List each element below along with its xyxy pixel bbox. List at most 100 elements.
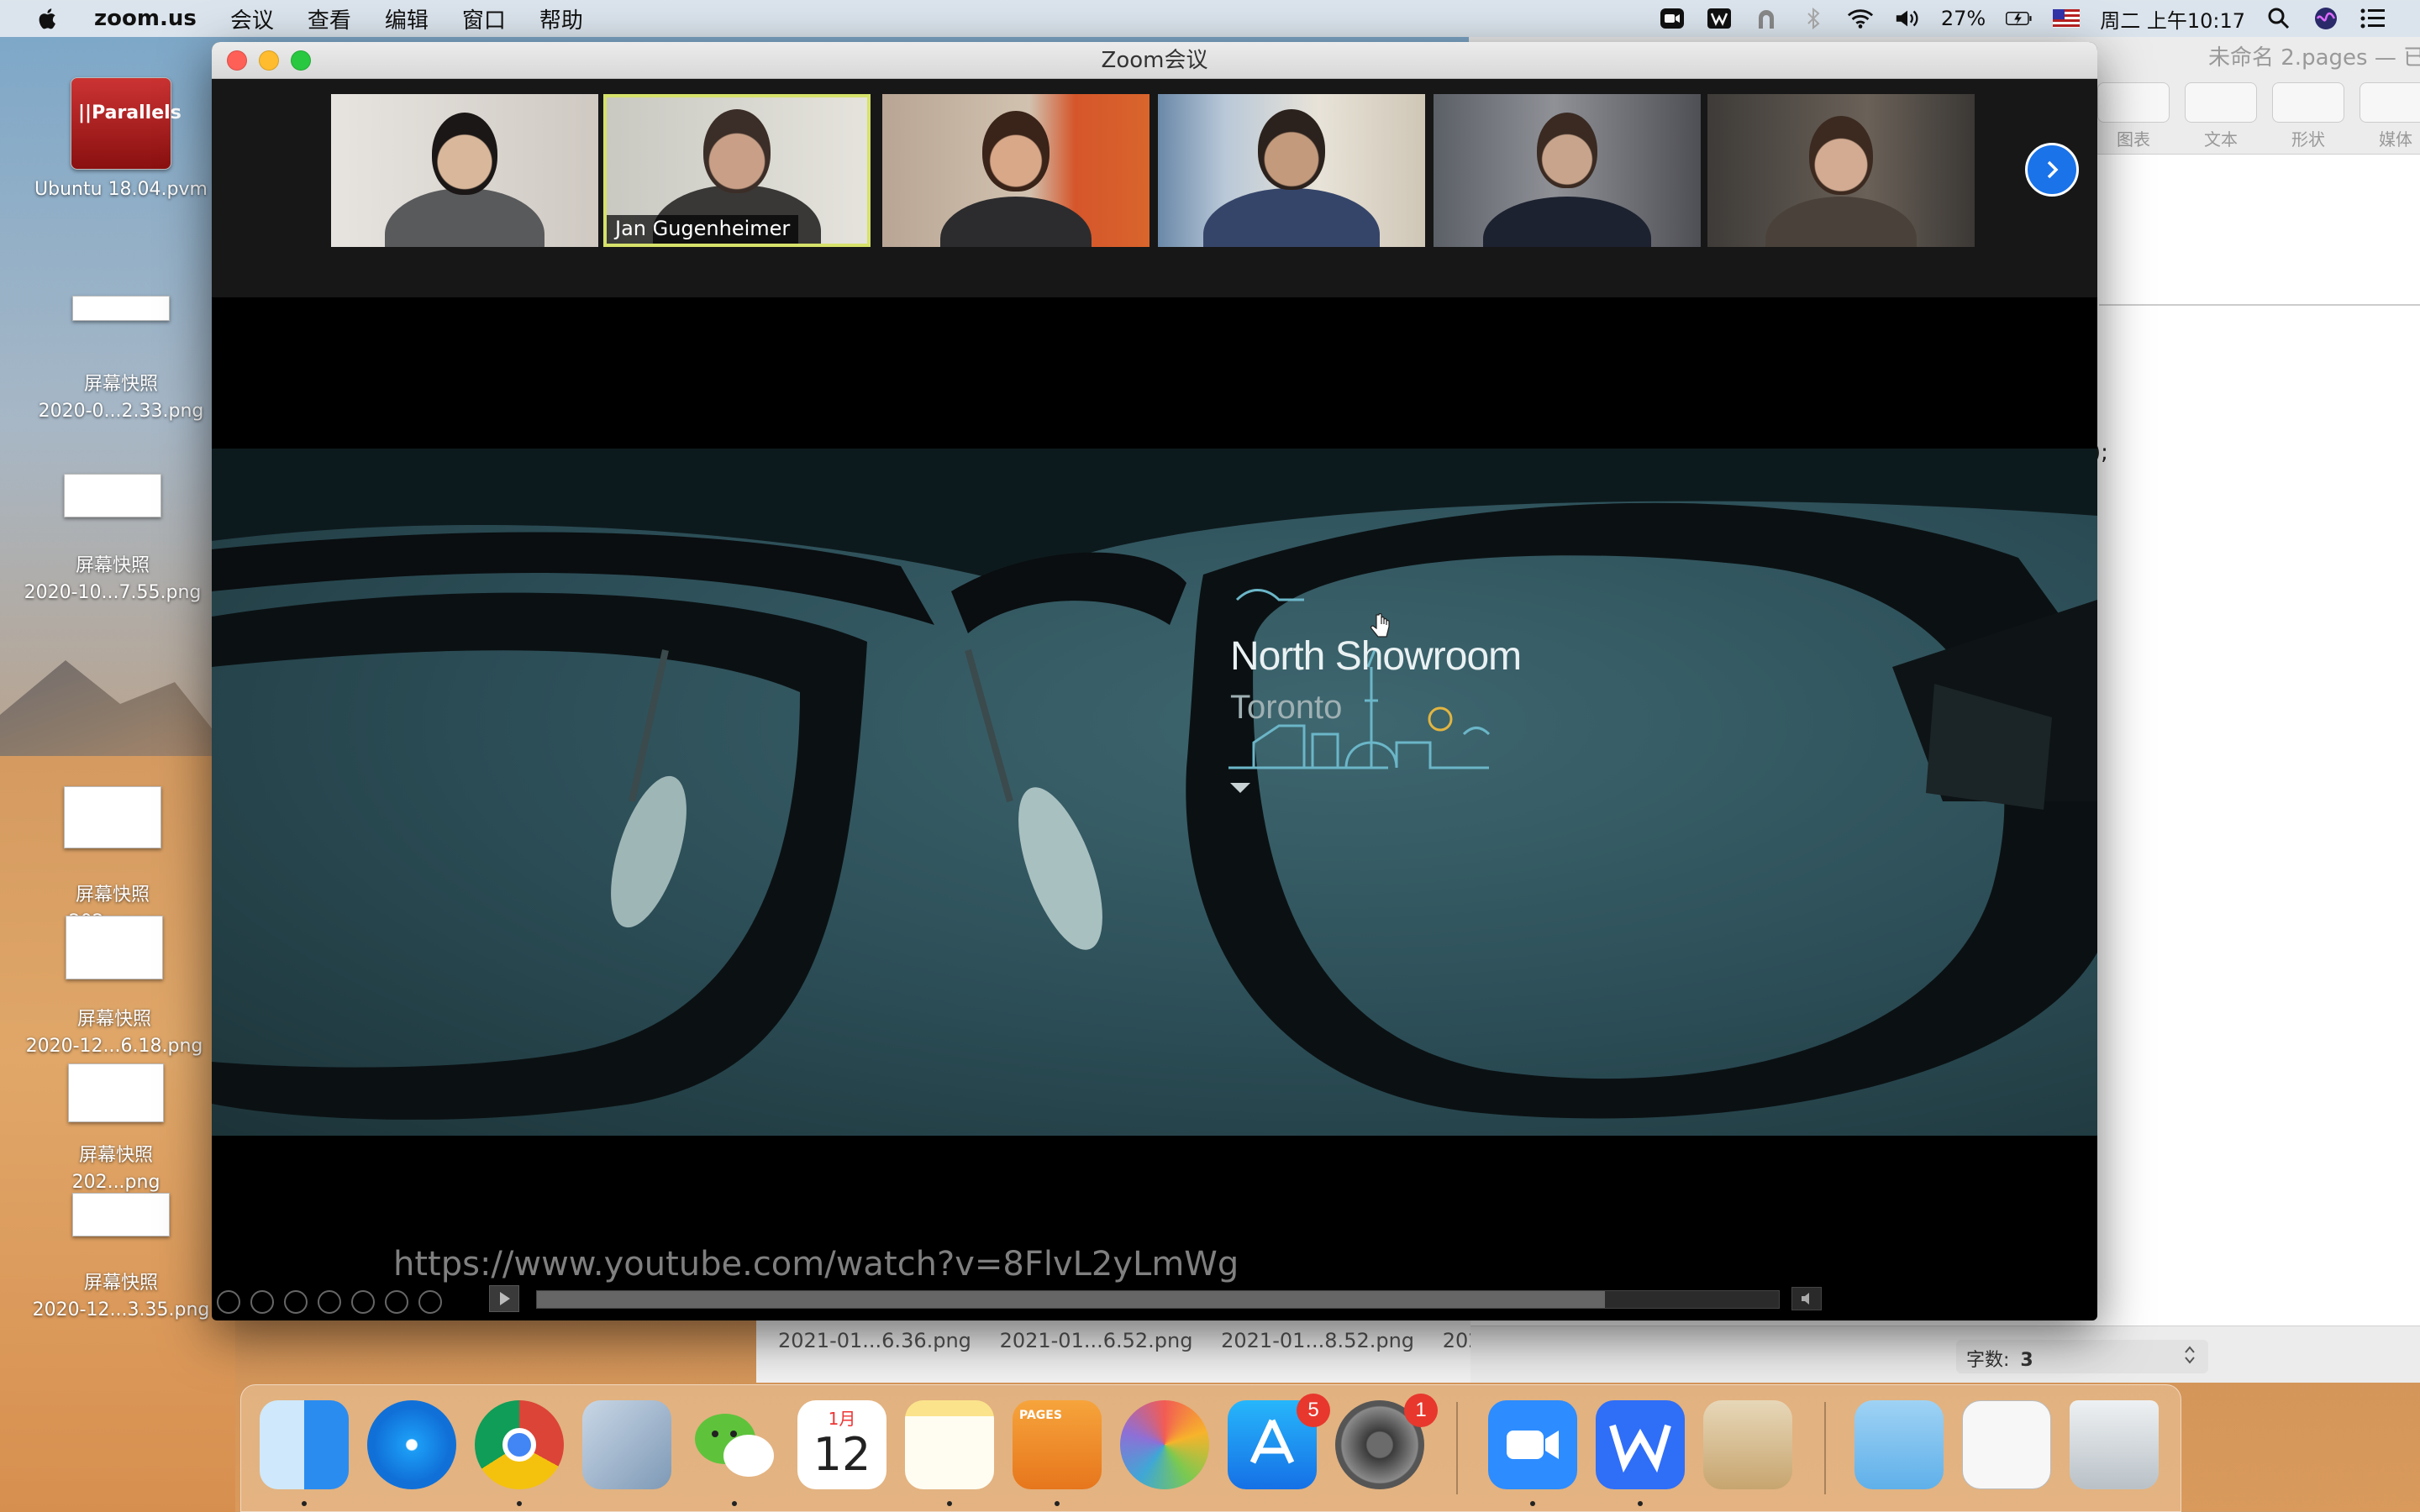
desktop-icon-parallels-vm[interactable]: ||Parallels Ubuntu 18.04.pvm: [12, 77, 230, 203]
finder-file[interactable]: 2021-01...6.52.png: [1000, 1329, 1193, 1352]
wifi-icon[interactable]: [1847, 6, 1874, 31]
participant-video-tile[interactable]: [331, 94, 598, 247]
desktop-icon-screenshot[interactable]: 屏幕快照 2020-12...3.35.png: [12, 1193, 230, 1324]
word-count-control[interactable]: 字数: 3: [1956, 1340, 2208, 1373]
system-preferences-badge: 1: [1404, 1394, 1438, 1427]
archive-utility-icon[interactable]: [1703, 1400, 1792, 1489]
wps-app-icon[interactable]: [1596, 1400, 1685, 1489]
chevron-right-icon: [2047, 160, 2059, 179]
calendar-icon[interactable]: 1月 12: [797, 1400, 886, 1489]
seek-bar[interactable]: [536, 1290, 1780, 1309]
input-source-flag-icon[interactable]: [2053, 6, 2081, 31]
desktop-icon-label: 屏幕快照: [83, 374, 158, 395]
volume-icon[interactable]: [1894, 6, 1921, 31]
running-indicator: [517, 1501, 522, 1506]
chart-tool-label: 图表: [2117, 129, 2150, 150]
vpn-status-icon[interactable]: [1753, 6, 1780, 31]
chart-tool-button[interactable]: 图表: [2097, 82, 2170, 150]
running-indicator: [1530, 1501, 1535, 1506]
forward-icon[interactable]: [250, 1290, 274, 1314]
play-button[interactable]: [489, 1285, 519, 1312]
running-indicator: [947, 1501, 952, 1506]
screenshot-thumbnail: [72, 296, 170, 321]
desktop-icon-label: 屏幕快照: [83, 1273, 158, 1294]
app-menu-zoom[interactable]: zoom.us: [94, 6, 197, 31]
screenshot-thumbnail: [72, 1193, 170, 1236]
zoom-title-bar[interactable]: Zoom会议: [212, 42, 2097, 79]
chrome-icon[interactable]: [475, 1400, 564, 1489]
text-tool-button[interactable]: 文本: [2185, 82, 2257, 150]
participant-video-tile[interactable]: [1158, 94, 1425, 247]
desktop-icon-screenshot[interactable]: 屏幕快照 2020-0...2.33.png: [12, 296, 230, 425]
zoom-in-icon[interactable]: [351, 1290, 375, 1314]
siri-icon[interactable]: [2312, 6, 2339, 31]
menubar-clock[interactable]: 周二 上午10:17: [2100, 4, 2245, 34]
zoom-window-title: Zoom会议: [1101, 48, 1208, 73]
desktop-icon-screenshot[interactable]: 屏幕快照 202...png: [3, 786, 222, 936]
app-store-badge: 5: [1297, 1394, 1330, 1427]
menu-view[interactable]: 查看: [308, 3, 351, 34]
wps-status-icon[interactable]: [1706, 6, 1733, 31]
pages-status-bar: 字数: 3: [1469, 1326, 2420, 1383]
menubar: zoom.us 会议 查看 编辑 窗口 帮助 27% 周二 上午10:17: [0, 0, 2420, 37]
desktop-icon-screenshot[interactable]: 屏幕快照 202...png: [7, 1063, 225, 1196]
participant-video-tile[interactable]: [1707, 94, 1975, 247]
mail-icon[interactable]: [582, 1400, 671, 1489]
bluetooth-icon[interactable]: [1800, 6, 1827, 31]
screenshot-stack-icon[interactable]: [1962, 1400, 2051, 1489]
window-controls: [227, 50, 311, 71]
media-tool-button[interactable]: 媒体: [2360, 82, 2420, 150]
desktop-icon-screenshot[interactable]: 屏幕快照 2020-10...7.55.png: [3, 474, 222, 606]
finder-icon[interactable]: [260, 1400, 349, 1489]
status-area: 27% 周二 上午10:17: [1659, 0, 2386, 37]
zoom-status-icon[interactable]: [1659, 6, 1686, 31]
finder-file[interactable]: 2021-01...8.52.png: [1221, 1329, 1414, 1352]
notification-center-icon[interactable]: [2360, 6, 2386, 31]
parallels-vm-icon: ||Parallels: [71, 77, 182, 170]
copy-icon[interactable]: [318, 1290, 341, 1314]
photos-icon[interactable]: [1120, 1400, 1209, 1489]
screenshot-thumbnail: [64, 786, 161, 848]
desktop-icon-label: 屏幕快照: [78, 1145, 153, 1166]
menu-window[interactable]: 窗口: [462, 3, 506, 34]
spotlight-search-icon[interactable]: [2265, 6, 2292, 31]
close-button[interactable]: [227, 50, 247, 71]
apple-icon[interactable]: [34, 4, 62, 33]
finder-file[interactable]: 2021-01...6.36.png: [778, 1329, 971, 1352]
zoom-app-icon[interactable]: [1488, 1400, 1577, 1489]
play-icon: [500, 1292, 510, 1305]
stepper-chevrons-icon[interactable]: [2183, 1343, 2196, 1372]
safari-icon[interactable]: [367, 1400, 456, 1489]
menu-edit[interactable]: 编辑: [385, 3, 429, 34]
desktop-icon-label: 2020-12...3.35.png: [32, 1299, 210, 1320]
menu-meeting[interactable]: 会议: [230, 3, 274, 34]
playback-control-bar: [212, 1284, 2097, 1320]
shape-tool-button[interactable]: 形状: [2272, 82, 2344, 150]
finder-file[interactable]: 2021-0: [1443, 1329, 1470, 1352]
battery-percent[interactable]: 27%: [1941, 7, 1986, 30]
volume-button[interactable]: [1791, 1287, 1822, 1310]
next-participants-button[interactable]: [2025, 143, 2079, 197]
minimize-button[interactable]: [259, 50, 279, 71]
notes-icon[interactable]: [905, 1400, 994, 1489]
dock-separator: [1824, 1402, 1826, 1494]
shared-screen-video[interactable]: North Showroom Toronto: [212, 449, 2097, 1136]
wechat-icon[interactable]: [690, 1400, 779, 1489]
participant-video-tile[interactable]: [1434, 94, 1701, 247]
annotate-icon[interactable]: [284, 1290, 308, 1314]
more-icon[interactable]: [418, 1290, 442, 1314]
trash-icon[interactable]: [2070, 1400, 2159, 1489]
zoom-window-button[interactable]: [291, 50, 311, 71]
participant-video-tile[interactable]: [882, 94, 1150, 247]
captions-icon[interactable]: [385, 1290, 408, 1314]
menu-help[interactable]: 帮助: [539, 3, 583, 34]
pages-divider: [2099, 304, 2420, 306]
rewind-icon[interactable]: [217, 1290, 240, 1314]
participant-video-tile-active-speaker[interactable]: Jan Gugenheimer: [603, 94, 871, 247]
pages-app-icon[interactable]: PAGES: [1013, 1400, 1102, 1489]
folder-icon[interactable]: [1854, 1400, 1944, 1489]
battery-icon[interactable]: [2006, 6, 2033, 31]
desktop-icon-screenshot[interactable]: 屏幕快照 2020-12...6.18.png: [5, 916, 224, 1060]
desktop-icon-label: 2020-12...6.18.png: [25, 1036, 203, 1057]
shape-tool-label: 形状: [2291, 129, 2325, 150]
